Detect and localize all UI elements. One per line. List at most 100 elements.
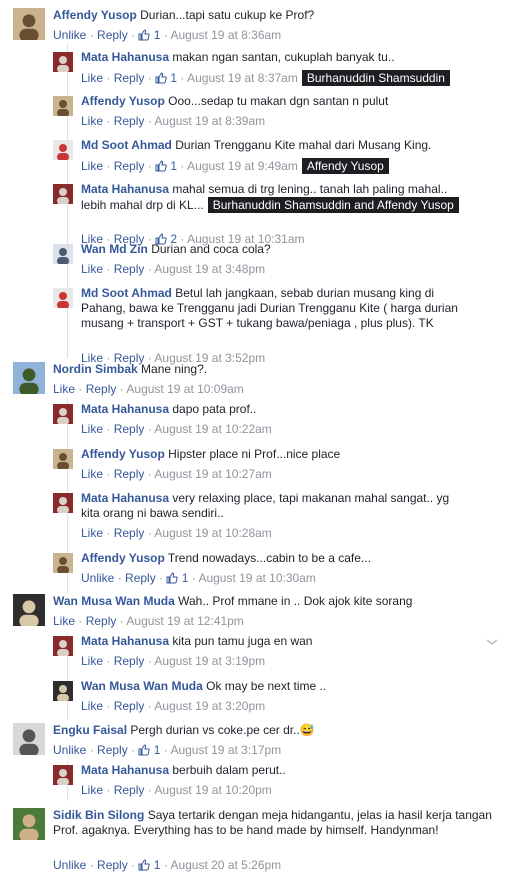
timestamp-link[interactable]: August 19 at 8:37am bbox=[187, 71, 298, 85]
avatar[interactable] bbox=[13, 808, 45, 840]
timestamp-link[interactable]: August 19 at 10:20pm bbox=[154, 783, 271, 797]
like-link[interactable]: Like bbox=[53, 614, 75, 628]
reply-link[interactable]: Reply bbox=[114, 654, 145, 668]
avatar[interactable] bbox=[53, 140, 73, 160]
like-link[interactable]: Like bbox=[53, 382, 75, 396]
timestamp-link[interactable]: August 19 at 8:39am bbox=[154, 114, 265, 128]
like-count[interactable]: 1 bbox=[155, 159, 177, 173]
author-name-link[interactable]: Mata Hahanusa bbox=[81, 182, 169, 196]
author-name-link[interactable]: Nordin Simbak bbox=[53, 362, 138, 376]
timestamp-link[interactable]: August 19 at 10:30am bbox=[198, 571, 315, 585]
unlike-link[interactable]: Unlike bbox=[81, 571, 114, 585]
avatar[interactable] bbox=[13, 594, 45, 626]
timestamp-link[interactable]: August 19 at 12:41pm bbox=[126, 614, 243, 628]
like-count[interactable]: 1 bbox=[138, 743, 160, 757]
avatar[interactable] bbox=[53, 765, 73, 785]
like-link[interactable]: Like bbox=[81, 71, 103, 85]
comment-body: Durian...tapi satu cukup ke Prof? bbox=[140, 8, 315, 22]
reply-link[interactable]: Reply bbox=[97, 743, 128, 757]
timestamp-link[interactable]: August 20 at 5:26pm bbox=[170, 858, 281, 872]
avatar[interactable] bbox=[53, 184, 73, 204]
unlike-link[interactable]: Unlike bbox=[53, 858, 86, 872]
comment-body: Durian Trengganu Kite mahal dari Musang … bbox=[175, 138, 432, 152]
timestamp-link[interactable]: August 19 at 3:20pm bbox=[154, 699, 265, 713]
reply-link[interactable]: Reply bbox=[114, 422, 145, 436]
like-count[interactable]: 1 bbox=[138, 858, 160, 872]
author-name-link[interactable]: Md Soot Ahmad bbox=[81, 138, 172, 152]
reply-link[interactable]: Reply bbox=[114, 159, 145, 173]
unlike-link[interactable]: Unlike bbox=[53, 743, 86, 757]
avatar[interactable] bbox=[53, 553, 73, 573]
timestamp-link[interactable]: August 19 at 10:09am bbox=[126, 382, 243, 396]
timestamp-link[interactable]: August 19 at 8:36am bbox=[170, 28, 281, 42]
like-link[interactable]: Like bbox=[81, 654, 103, 668]
author-name-link[interactable]: Mata Hahanusa bbox=[81, 402, 169, 416]
author-name-link[interactable]: Sidik Bin Silong bbox=[53, 808, 144, 822]
author-name-link[interactable]: Mata Hahanusa bbox=[81, 763, 169, 777]
reply-link[interactable]: Reply bbox=[86, 614, 117, 628]
avatar[interactable] bbox=[53, 244, 73, 264]
comment-text: Md Soot Ahmad Betul lah jangkaan, sebab … bbox=[81, 286, 471, 331]
author-name-link[interactable]: Affendy Yusop bbox=[81, 551, 165, 565]
author-name-link[interactable]: Wan Musa Wan Muda bbox=[53, 594, 175, 608]
timestamp-link[interactable]: August 19 at 3:48pm bbox=[154, 262, 265, 276]
reply-link[interactable]: Reply bbox=[97, 28, 128, 42]
avatar[interactable] bbox=[53, 636, 73, 656]
comment-text: Wan Musa Wan Muda Ok may be next time .. bbox=[81, 679, 471, 694]
author-name-link[interactable]: Engku Faisal bbox=[53, 723, 127, 737]
author-name-link[interactable]: Mata Hahanusa bbox=[81, 50, 169, 64]
like-count[interactable]: 1 bbox=[155, 71, 177, 85]
like-link[interactable]: Like bbox=[81, 422, 103, 436]
author-name-link[interactable]: Mata Hahanusa bbox=[81, 634, 169, 648]
timestamp-link[interactable]: August 19 at 3:17pm bbox=[170, 743, 281, 757]
like-link[interactable]: Like bbox=[81, 783, 103, 797]
timestamp-link[interactable]: August 19 at 10:28am bbox=[154, 526, 271, 540]
chevron-down-icon[interactable] bbox=[486, 636, 498, 648]
author-name-link[interactable]: Affendy Yusop bbox=[81, 447, 165, 461]
unlike-link[interactable]: Unlike bbox=[53, 28, 86, 42]
reply-link[interactable]: Reply bbox=[125, 571, 156, 585]
avatar[interactable] bbox=[53, 493, 73, 513]
like-link[interactable]: Like bbox=[81, 262, 103, 276]
comment-actions: Unlike · Reply · 1 · August 20 at 5:26pm bbox=[53, 858, 281, 873]
avatar[interactable] bbox=[53, 96, 73, 116]
reply-link[interactable]: Reply bbox=[114, 71, 145, 85]
timestamp-link[interactable]: August 19 at 9:49am bbox=[187, 159, 298, 173]
reply-link[interactable]: Reply bbox=[114, 783, 145, 797]
like-link[interactable]: Like bbox=[81, 159, 103, 173]
timestamp-link[interactable]: August 19 at 3:19pm bbox=[154, 654, 265, 668]
author-name-link[interactable]: Md Soot Ahmad bbox=[81, 286, 172, 300]
avatar[interactable] bbox=[13, 8, 45, 40]
avatar[interactable] bbox=[53, 449, 73, 469]
separator: · bbox=[144, 699, 155, 713]
author-name-link[interactable]: Wan Musa Wan Muda bbox=[81, 679, 203, 693]
reply-link[interactable]: Reply bbox=[97, 858, 128, 872]
reply-link[interactable]: Reply bbox=[114, 262, 145, 276]
author-name-link[interactable]: Mata Hahanusa bbox=[81, 491, 169, 505]
like-link[interactable]: Like bbox=[81, 467, 103, 481]
reply-link[interactable]: Reply bbox=[114, 699, 145, 713]
avatar[interactable] bbox=[53, 681, 73, 701]
reply-link[interactable]: Reply bbox=[114, 526, 145, 540]
avatar[interactable] bbox=[53, 288, 73, 308]
reply-link[interactable]: Reply bbox=[86, 382, 117, 396]
reply-link[interactable]: Reply bbox=[114, 467, 145, 481]
author-name-link[interactable]: Affendy Yusop bbox=[81, 94, 165, 108]
timestamp-link[interactable]: August 19 at 10:22am bbox=[154, 422, 271, 436]
like-link[interactable]: Like bbox=[81, 526, 103, 540]
name-tooltip: Affendy Yusop bbox=[301, 158, 389, 174]
comment-text: Mata Hahanusa very relaxing place, tapi … bbox=[81, 491, 471, 521]
timestamp-link[interactable]: August 19 at 10:27am bbox=[154, 467, 271, 481]
author-name-link[interactable]: Affendy Yusop bbox=[53, 8, 137, 22]
like-link[interactable]: Like bbox=[81, 114, 103, 128]
avatar[interactable] bbox=[13, 362, 45, 394]
avatar[interactable] bbox=[53, 52, 73, 72]
avatar[interactable] bbox=[13, 723, 45, 755]
reply-link[interactable]: Reply bbox=[114, 114, 145, 128]
like-count[interactable]: 1 bbox=[166, 571, 188, 585]
avatar[interactable] bbox=[53, 404, 73, 424]
like-count[interactable]: 1 bbox=[138, 28, 160, 42]
author-name-link[interactable]: Wan Md Zin bbox=[81, 242, 148, 256]
comment-actions: Unlike · Reply · 1 · August 19 at 3:17pm bbox=[53, 743, 281, 758]
like-link[interactable]: Like bbox=[81, 699, 103, 713]
